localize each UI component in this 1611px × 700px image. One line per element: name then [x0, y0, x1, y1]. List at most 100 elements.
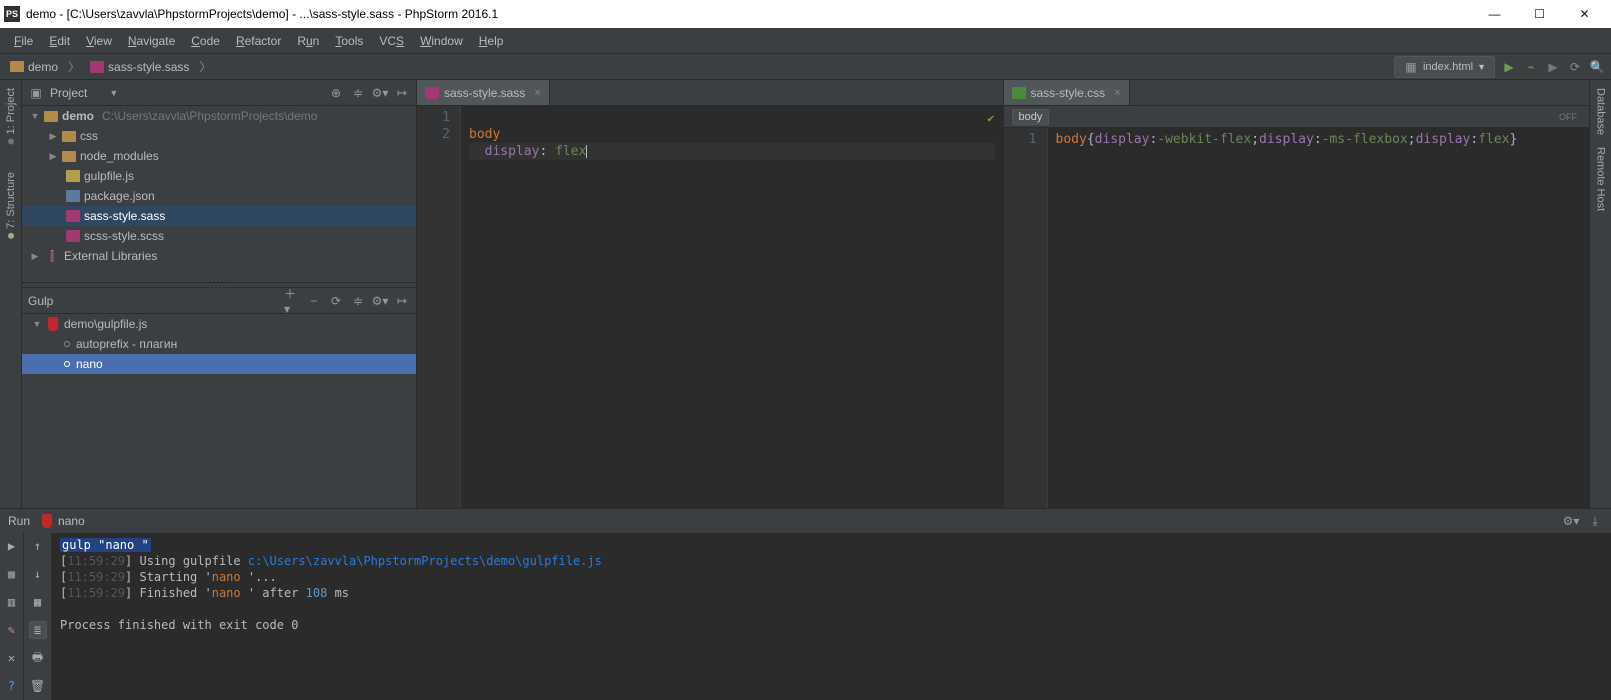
menu-help[interactable]: Help	[471, 31, 512, 51]
code-editor-right[interactable]: 1 body{display:-webkit-flex;display:-ms-…	[1004, 128, 1590, 508]
gulp-panel-title: Gulp	[28, 294, 53, 308]
code-editor-left[interactable]: 12 ✔body display: flex	[417, 106, 1003, 508]
menu-code[interactable]: Code	[183, 31, 228, 51]
dump-threads-button[interactable]: ▥	[3, 593, 21, 611]
dropdown-caret-icon: ▼	[1477, 62, 1486, 72]
hide-panel-icon[interactable]: ↦	[394, 85, 410, 101]
run-button[interactable]: ▶	[1501, 59, 1517, 75]
hide-panel-icon[interactable]: ↦	[394, 293, 410, 309]
reload-tasks-icon[interactable]: ⟳	[328, 293, 344, 309]
css-icon	[1012, 87, 1026, 99]
gulp-task-nano[interactable]: nano	[22, 354, 416, 374]
menu-window[interactable]: Window	[412, 31, 471, 51]
console-output[interactable]: gulp "nano " [11:59:29] Using gulpfile c…	[52, 533, 1611, 700]
folder-icon	[62, 151, 76, 162]
run-toolbar-secondary: ↑ ↓ ▦ ≣ 🖶 🗑	[24, 533, 52, 700]
inspection-off-label: OFF	[1559, 112, 1577, 122]
sass-icon	[66, 210, 80, 222]
minimize-button[interactable]: —	[1472, 0, 1517, 28]
scroll-to-end-button[interactable]: ≣	[29, 621, 47, 639]
menu-tools[interactable]: Tools	[327, 31, 371, 51]
tool-structure-button[interactable]: 7: Structure	[5, 168, 17, 243]
tree-item-label: gulpfile.js	[84, 169, 134, 183]
tree-item-package-json[interactable]: package.json	[22, 186, 416, 206]
breadcrumb-project[interactable]: demo	[6, 58, 62, 76]
app-icon: PS	[4, 6, 20, 22]
gulp-icon	[48, 317, 58, 331]
gulp-task-tree[interactable]: ▼ demo\gulpfile.js autoprefix - плагин n…	[22, 314, 416, 508]
menu-vcs[interactable]: VCS	[371, 31, 412, 51]
tree-item-scss-style[interactable]: scss-style.scss	[22, 226, 416, 246]
right-tool-stripe: Database Remote Host	[1589, 80, 1611, 508]
breadcrumb-file[interactable]: sass-style.sass	[86, 58, 193, 76]
expand-arrow-icon[interactable]: ▼	[32, 319, 42, 329]
tab-sass-style-css[interactable]: sass-style.css ×	[1004, 80, 1130, 105]
project-tree[interactable]: ▼ demo C:\Users\zavvla\PhpstormProjects\…	[22, 106, 416, 282]
line-gutter: 12	[417, 106, 461, 508]
tab-sass-style[interactable]: sass-style.sass ×	[417, 80, 550, 105]
tree-item-sass-style[interactable]: sass-style.sass	[22, 206, 416, 226]
expand-arrow-icon[interactable]: ▶	[30, 251, 40, 262]
breadcrumb-selector[interactable]: body	[1012, 109, 1050, 125]
maximize-button[interactable]: ☐	[1517, 0, 1562, 28]
console-path[interactable]: c:\Users\zavvla\PhpstormProjects\demo\gu…	[248, 554, 602, 568]
close-tab-button[interactable]: ✕	[3, 649, 21, 667]
breadcrumb-sep-icon: 〉	[199, 58, 211, 75]
tree-item-node-modules[interactable]: ▶ node_modules	[22, 146, 416, 166]
close-window-button[interactable]: ✕	[1562, 0, 1607, 28]
coverage-button[interactable]: ▶	[1545, 59, 1561, 75]
debug-button[interactable]: ⌁	[1523, 59, 1539, 75]
help-button[interactable]: ?	[3, 677, 21, 695]
main-menu: File Edit View Navigate Code Refactor Ru…	[0, 28, 1611, 54]
collapse-all-icon[interactable]: ≑	[350, 293, 366, 309]
clear-all-button[interactable]: 🗑	[29, 677, 47, 695]
tool-project-button[interactable]: 1: Project	[5, 84, 17, 148]
remove-gulpfile-icon[interactable]: −	[306, 293, 322, 309]
task-bullet-icon	[64, 341, 70, 347]
tree-external-libraries[interactable]: ▶ ⫿ External Libraries	[22, 246, 416, 266]
menu-view[interactable]: View	[78, 31, 120, 51]
soft-wrap-button[interactable]: ▦	[29, 593, 47, 611]
up-stack-button[interactable]: ↑	[29, 537, 47, 555]
tree-item-label: package.json	[84, 189, 155, 203]
hide-panel-icon[interactable]: ⤓	[1587, 513, 1603, 529]
gulp-root-label: demo\gulpfile.js	[64, 317, 147, 331]
menu-file[interactable]: File	[6, 31, 41, 51]
expand-arrow-icon[interactable]: ▼	[30, 111, 40, 121]
search-everywhere-button[interactable]: 🔍	[1589, 59, 1605, 75]
rerun-button[interactable]: ▶	[3, 537, 21, 555]
expand-arrow-icon[interactable]: ▶	[48, 131, 58, 142]
tool-database-button[interactable]: Database	[1595, 84, 1607, 139]
menu-run[interactable]: Run	[289, 31, 327, 51]
collapse-all-icon[interactable]: ≑	[350, 85, 366, 101]
window-titlebar: PS demo - [C:\Users\zavvla\PhpstormProje…	[0, 0, 1611, 28]
editor-tabs-left: sass-style.sass ×	[417, 80, 1003, 106]
menu-refactor[interactable]: Refactor	[228, 31, 289, 51]
tool-remote-host-button[interactable]: Remote Host	[1595, 143, 1607, 215]
tab-close-icon[interactable]: ×	[534, 87, 540, 99]
expand-arrow-icon[interactable]: ▶	[48, 151, 58, 162]
settings-gear-icon[interactable]: ⚙▾	[1563, 513, 1579, 529]
restore-layout-button[interactable]: ✎	[3, 621, 21, 639]
tree-item-gulpfile[interactable]: gulpfile.js	[22, 166, 416, 186]
run-config-select[interactable]: ▦ index.html ▼	[1394, 56, 1495, 78]
stop-button[interactable]: ■	[3, 565, 21, 583]
update-project-button[interactable]: ⟳	[1567, 59, 1583, 75]
console-command: gulp "nano "	[60, 538, 151, 552]
down-stack-button[interactable]: ↓	[29, 565, 47, 583]
project-view-dropdown[interactable]: ▼	[109, 88, 118, 98]
scroll-to-source-icon[interactable]: ⊕	[328, 85, 344, 101]
tree-root[interactable]: ▼ demo C:\Users\zavvla\PhpstormProjects\…	[22, 106, 416, 126]
print-button[interactable]: 🖶	[29, 649, 47, 667]
tree-item-css[interactable]: ▶ css	[22, 126, 416, 146]
tab-label: sass-style.sass	[444, 86, 525, 100]
gulp-root[interactable]: ▼ demo\gulpfile.js	[22, 314, 416, 334]
gulp-task-autoprefix[interactable]: autoprefix - плагин	[22, 334, 416, 354]
add-gulpfile-icon[interactable]: ＋▾	[284, 293, 300, 309]
menu-navigate[interactable]: Navigate	[120, 31, 183, 51]
tab-close-icon[interactable]: ×	[1114, 87, 1120, 99]
menu-edit[interactable]: Edit	[41, 31, 78, 51]
settings-gear-icon[interactable]: ⚙▾	[372, 293, 388, 309]
folder-icon	[44, 111, 58, 122]
settings-gear-icon[interactable]: ⚙▾	[372, 85, 388, 101]
